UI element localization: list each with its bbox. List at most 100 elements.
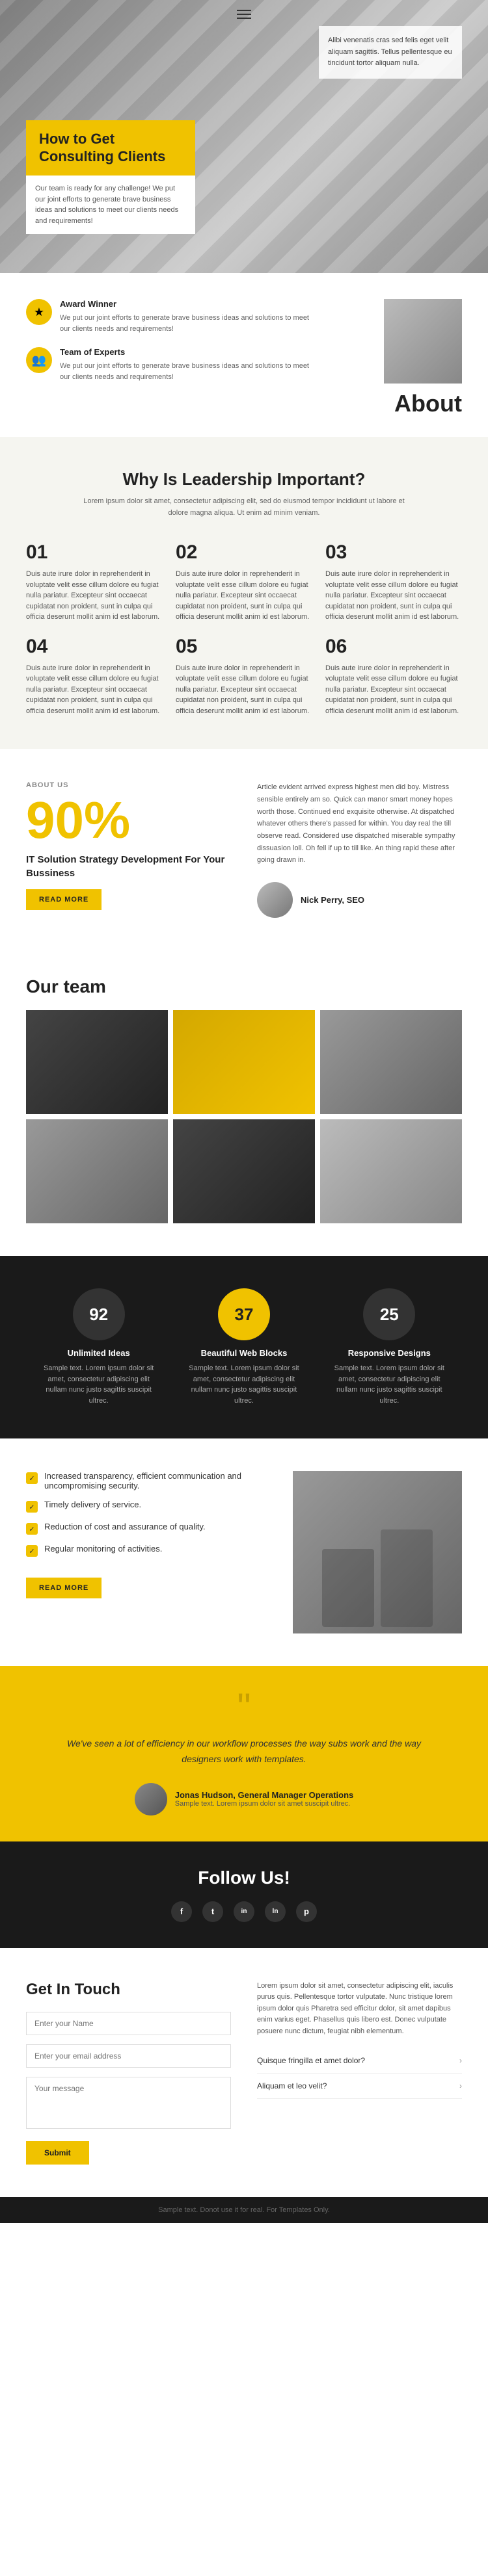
- email-input[interactable]: [26, 2044, 231, 2068]
- team-title: Our team: [26, 976, 462, 997]
- numbers-section: 92 Unlimited Ideas Sample text. Lorem ip…: [0, 1256, 488, 1438]
- team-photo-inner-1: [26, 1010, 168, 1114]
- leadership-desc: Lorem ipsum dolor sit amet, consectetur …: [81, 496, 407, 519]
- author-sub: Sample text. Lorem ipsum dolor sit amet …: [175, 1800, 351, 1808]
- features-read-more-button[interactable]: READ MORE: [26, 1578, 102, 1598]
- leadership-num-2: 02: [176, 541, 312, 564]
- feature-item-4: ✓ Regular monitoring of activities.: [26, 1544, 267, 1557]
- social-icon-twitter[interactable]: t: [202, 1901, 223, 1922]
- leadership-text-2: Duis aute irure dolor in reprehenderit i…: [176, 569, 312, 623]
- feature-text-3: Reduction of cost and assurance of quali…: [44, 1522, 206, 1531]
- leadership-text-4: Duis aute irure dolor in reprehenderit i…: [26, 663, 163, 717]
- number-value-3: 25: [380, 1305, 399, 1325]
- about-section: ★ Award Winner We put our joint efforts …: [0, 273, 488, 437]
- stats-percent: 90%: [26, 794, 231, 846]
- leadership-item-2: 02 Duis aute irure dolor in reprehenderi…: [176, 541, 312, 623]
- award-icon: ★: [26, 299, 52, 325]
- hero-description: Our team is ready for any challenge! We …: [35, 183, 186, 226]
- leadership-text-3: Duis aute irure dolor in reprehenderit i…: [325, 569, 462, 623]
- number-desc-2: Sample text. Lorem ipsum dolor sit amet,…: [185, 1363, 303, 1406]
- team-photo-grid: [26, 1010, 462, 1223]
- experts-text: Team of Experts We put our joint efforts…: [60, 347, 312, 382]
- team-photo-3: [320, 1010, 462, 1114]
- leadership-item-6: 06 Duis aute irure dolor in reprehenderi…: [325, 636, 462, 717]
- email-field-wrapper: [26, 2044, 231, 2068]
- stats-title: IT Solution Strategy Development For You…: [26, 853, 231, 880]
- about-right-col: About: [332, 299, 462, 417]
- stats-right-col: Article evident arrived express highest …: [257, 781, 462, 918]
- hero-desc-box: Our team is ready for any challenge! We …: [26, 176, 195, 234]
- number-label-3: Responsive Designs: [331, 1348, 448, 1358]
- name-input[interactable]: [26, 2012, 231, 2035]
- award-card: ★ Award Winner We put our joint efforts …: [26, 299, 312, 334]
- leadership-item-5: 05 Duis aute irure dolor in reprehenderi…: [176, 636, 312, 717]
- follow-title: Follow Us!: [26, 1867, 462, 1888]
- person-avatar: [257, 882, 293, 918]
- number-item-3: 25 Responsive Designs Sample text. Lorem…: [331, 1288, 448, 1406]
- author-info: Jonas Hudson, General Manager Operations…: [175, 1790, 354, 1808]
- stats-right-text: Article evident arrived express highest …: [257, 781, 462, 866]
- stats-read-more-button[interactable]: READ MORE: [26, 889, 102, 910]
- number-circle-1: 92: [73, 1288, 125, 1340]
- team-photo-inner-6: [320, 1119, 462, 1223]
- contact-right-text: Lorem ipsum dolor sit amet, consectetur …: [257, 1981, 462, 2038]
- feature-item-2: ✓ Timely delivery of service.: [26, 1500, 267, 1513]
- features-left-col: ✓ Increased transparency, efficient comm…: [26, 1471, 267, 1633]
- team-photo-inner-5: [173, 1119, 315, 1223]
- author-name: Jonas Hudson, General Manager Operations: [175, 1790, 354, 1800]
- submit-button[interactable]: Submit: [26, 2141, 89, 2165]
- experts-icon: 👥: [26, 347, 52, 373]
- award-title: Award Winner: [60, 299, 312, 309]
- feature-item-3: ✓ Reduction of cost and assurance of qua…: [26, 1522, 267, 1535]
- stats-about-label: ABOUT US: [26, 781, 231, 789]
- team-photo-inner-3: [320, 1010, 462, 1114]
- person-info: Nick Perry, SEO: [301, 895, 364, 905]
- footer: Sample text. Donot use it for real. For …: [0, 2197, 488, 2223]
- team-photo-inner-2: [173, 1010, 315, 1114]
- leadership-section: Why Is Leadership Important? Lorem ipsum…: [0, 437, 488, 749]
- number-item-1: 92 Unlimited Ideas Sample text. Lorem ip…: [40, 1288, 157, 1406]
- leadership-num-4: 04: [26, 636, 163, 658]
- number-circle-3: 25: [363, 1288, 415, 1340]
- leadership-item-1: 01 Duis aute irure dolor in reprehenderi…: [26, 541, 163, 623]
- number-desc-3: Sample text. Lorem ipsum dolor sit amet,…: [331, 1363, 448, 1406]
- leadership-text-1: Duis aute irure dolor in reprehenderit i…: [26, 569, 163, 623]
- about-left-col: ★ Award Winner We put our joint efforts …: [26, 299, 312, 382]
- team-section: Our team: [0, 950, 488, 1256]
- message-input[interactable]: [26, 2077, 231, 2129]
- social-icon-pinterest[interactable]: p: [296, 1901, 317, 1922]
- hero-right-text-box: Alibi venenatis cras sed felis eget veli…: [319, 26, 462, 79]
- about-title: About: [394, 390, 462, 417]
- features-people: [293, 1471, 462, 1633]
- person-name: Nick Perry, SEO: [301, 895, 364, 905]
- number-circle-2: 37: [218, 1288, 270, 1340]
- leadership-grid: 01 Duis aute irure dolor in reprehenderi…: [26, 541, 462, 716]
- hero-left-content: How to Get Consulting Clients Our team i…: [26, 120, 195, 234]
- hero-right-text: Alibi venenatis cras sed felis eget veli…: [328, 35, 453, 70]
- social-icon-instagram[interactable]: in: [234, 1901, 254, 1922]
- social-icon-facebook[interactable]: f: [171, 1901, 192, 1922]
- team-photo-5: [173, 1119, 315, 1223]
- team-photo-6: [320, 1119, 462, 1223]
- features-section: ✓ Increased transparency, efficient comm…: [0, 1438, 488, 1666]
- faq-question-2: Aliquam et leo velit?: [257, 2081, 327, 2090]
- faq-item-2[interactable]: Aliquam et leo velit? ›: [257, 2074, 462, 2099]
- faq-item-1[interactable]: Quisque fringilla et amet dolor? ›: [257, 2048, 462, 2074]
- leadership-title: Why Is Leadership Important?: [26, 469, 462, 489]
- feature-text-4: Regular monitoring of activities.: [44, 1544, 162, 1554]
- number-value-2: 37: [235, 1305, 254, 1325]
- faq-arrow-1: ›: [459, 2056, 462, 2065]
- name-field-wrapper: [26, 2012, 231, 2035]
- number-label-1: Unlimited Ideas: [40, 1348, 157, 1358]
- hero-title: How to Get Consulting Clients: [39, 131, 182, 165]
- menu-icon[interactable]: [237, 10, 251, 19]
- message-field-wrapper: [26, 2077, 231, 2132]
- stats-left-col: ABOUT US 90% IT Solution Strategy Develo…: [26, 781, 231, 918]
- experts-card: 👥 Team of Experts We put our joint effor…: [26, 347, 312, 382]
- leadership-num-1: 01: [26, 541, 163, 564]
- social-icon-linkedin[interactable]: ln: [265, 1901, 286, 1922]
- features-image: [293, 1471, 462, 1633]
- check-icon-2: ✓: [26, 1501, 38, 1513]
- testimonial-author: Jonas Hudson, General Manager Operations…: [52, 1783, 436, 1815]
- leadership-num-6: 06: [325, 636, 462, 658]
